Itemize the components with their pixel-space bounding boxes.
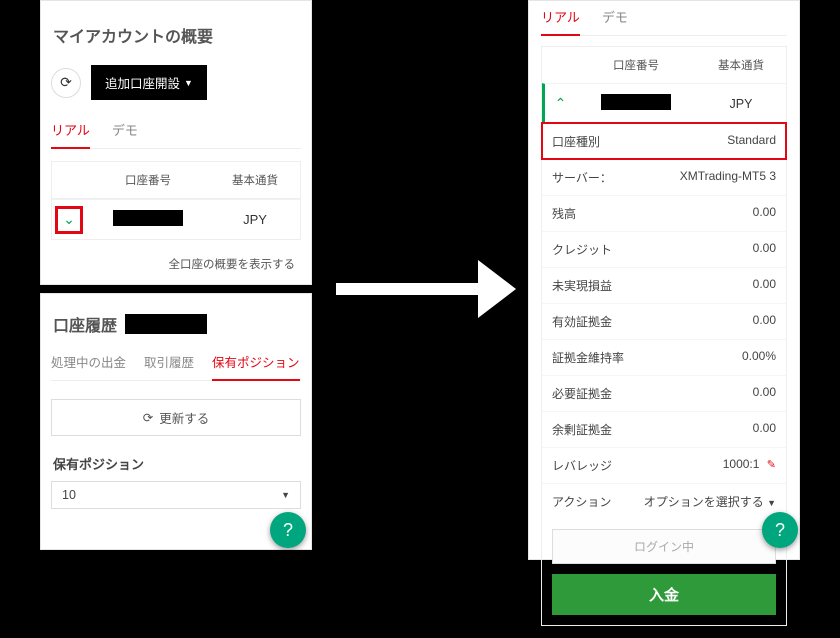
col-base-currency: 基本通貨 <box>210 162 300 198</box>
chevron-down-icon: ⌄ <box>63 211 75 228</box>
overview-toolbar: ⟳ 追加口座開設 ▼ <box>51 65 301 100</box>
detail-required-margin-label: 必要証拠金 <box>552 385 612 402</box>
detail-balance: 残高 0.00 <box>542 195 786 231</box>
detail-action-label: アクション <box>552 493 611 510</box>
detail-required-margin-value: 0.00 <box>753 385 776 402</box>
show-all-accounts-link[interactable]: 全口座の概要を表示する <box>51 240 301 278</box>
tab-trade-history[interactable]: 取引履歴 <box>144 348 194 380</box>
right-panel: リアル デモ 口座番号 基本通貨 ⌃ JPY 口座種別 Standard <box>528 0 800 560</box>
tab-positions[interactable]: 保有ポジション <box>212 348 300 381</box>
refresh-icon: ⟳ <box>143 410 153 425</box>
help-icon: ? <box>775 520 785 541</box>
detail-account-type: 口座種別 Standard <box>542 123 786 159</box>
detail-account-type-value: Standard <box>727 133 776 150</box>
accounts-table-header: 口座番号 基本通貨 <box>52 162 300 199</box>
action-dropdown-label: オプションを選択する <box>644 495 764 509</box>
tab-demo-right[interactable]: デモ <box>602 1 628 35</box>
history-title-row: 口座履歴 <box>53 312 301 336</box>
detail-free-margin: 余剰証拠金 0.00 <box>542 411 786 447</box>
detail-margin-level-label: 証拠金維持率 <box>552 349 624 366</box>
arrow-head-icon <box>478 260 516 318</box>
arrow-shaft <box>336 283 478 295</box>
right-account-number-redacted <box>601 94 671 110</box>
chevron-up-icon: ⌃ <box>555 95 567 112</box>
overview-title: マイアカウントの概要 <box>53 23 301 47</box>
action-dropdown[interactable]: オプションを選択する ▼ <box>644 493 776 510</box>
history-title: 口座履歴 <box>53 312 117 336</box>
col-base-currency-right: 基本通貨 <box>696 47 786 83</box>
detail-server-label: サーバー： <box>552 169 612 186</box>
logged-in-button[interactable]: ログイン中 <box>552 529 776 564</box>
page-size-value: 10 <box>62 488 76 502</box>
right-account-type-tabs: リアル デモ <box>541 1 787 36</box>
refresh-positions-label: 更新する <box>159 408 209 427</box>
account-overview-card: マイアカウントの概要 ⟳ 追加口座開設 ▼ リアル デモ 口座番号 基本通貨 <box>40 0 312 285</box>
left-panel: マイアカウントの概要 ⟳ 追加口座開設 ▼ リアル デモ 口座番号 基本通貨 <box>40 0 312 560</box>
deposit-button[interactable]: 入金 <box>552 574 776 615</box>
expand-toggle[interactable]: ⌄ <box>57 208 81 232</box>
caret-down-icon: ▼ <box>767 498 776 508</box>
detail-margin-level: 証拠金維持率 0.00% <box>542 339 786 375</box>
detail-required-margin: 必要証拠金 0.00 <box>542 375 786 411</box>
detail-free-margin-value: 0.00 <box>753 421 776 438</box>
detail-margin-level-value: 0.00% <box>742 349 776 366</box>
detail-unrealized-pl: 未実現損益 0.00 <box>542 267 786 303</box>
caret-down-icon: ▼ <box>281 490 290 500</box>
tab-real[interactable]: リアル <box>51 114 90 149</box>
detail-unrealized-pl-value: 0.00 <box>753 277 776 294</box>
help-chat-button-left[interactable]: ? <box>270 512 306 548</box>
detail-equity-value: 0.00 <box>753 313 776 330</box>
refresh-icon: ⟳ <box>60 74 72 91</box>
detail-action: アクション オプションを選択する ▼ <box>542 483 786 519</box>
col-account-number-right: 口座番号 <box>576 47 696 83</box>
caret-down-icon: ▼ <box>184 78 193 88</box>
account-number-redacted <box>113 210 183 226</box>
refresh-positions-button[interactable]: ⟳ 更新する <box>51 399 301 436</box>
positions-section-label: 保有ポジション <box>53 454 301 473</box>
account-currency: JPY <box>210 202 300 237</box>
tab-pending-withdrawals[interactable]: 処理中の出金 <box>51 348 126 380</box>
page-size-select[interactable]: 10 ▼ <box>51 481 301 509</box>
arrow-graphic <box>336 260 516 318</box>
history-tabs: 処理中の出金 取引履歴 保有ポジション <box>51 348 301 381</box>
account-row[interactable]: ⌄ JPY <box>52 199 300 239</box>
refresh-button[interactable]: ⟳ <box>51 68 81 98</box>
detail-balance-label: 残高 <box>552 205 576 222</box>
open-additional-account-button[interactable]: 追加口座開設 ▼ <box>91 65 207 100</box>
detail-leverage: レバレッジ 1000:1 ✎ <box>542 447 786 483</box>
detail-server-value: XMTrading-MT5 3 <box>680 169 776 186</box>
detail-balance-value: 0.00 <box>753 205 776 222</box>
account-type-tabs: リアル デモ <box>51 114 301 149</box>
detail-unrealized-pl-label: 未実現損益 <box>552 277 612 294</box>
detail-credit: クレジット 0.00 <box>542 231 786 267</box>
edit-leverage-icon[interactable]: ✎ <box>767 459 776 471</box>
detail-server: サーバー： XMTrading-MT5 3 <box>542 159 786 195</box>
open-account-label: 追加口座開設 <box>105 73 180 92</box>
tab-real-right[interactable]: リアル <box>541 1 580 36</box>
history-account-redacted <box>125 314 207 334</box>
right-accounts-header: 口座番号 基本通貨 <box>542 47 786 83</box>
detail-free-margin-label: 余剰証拠金 <box>552 421 612 438</box>
right-account-row[interactable]: ⌃ JPY <box>542 83 786 123</box>
right-accounts-table: 口座番号 基本通貨 ⌃ JPY 口座種別 Standard サーバー： XMTr… <box>541 46 787 626</box>
help-icon: ? <box>283 520 293 541</box>
tab-demo[interactable]: デモ <box>112 114 138 148</box>
detail-credit-value: 0.00 <box>753 241 776 258</box>
account-history-card: 口座履歴 処理中の出金 取引履歴 保有ポジション ⟳ 更新する 保有ポジション … <box>40 293 312 550</box>
detail-credit-label: クレジット <box>552 241 612 258</box>
accounts-table: 口座番号 基本通貨 ⌄ JPY <box>51 161 301 240</box>
detail-equity: 有効証拠金 0.00 <box>542 303 786 339</box>
right-account-currency: JPY <box>696 87 786 121</box>
help-chat-button-right[interactable]: ? <box>762 512 798 548</box>
detail-equity-label: 有効証拠金 <box>552 313 612 330</box>
detail-leverage-label: レバレッジ <box>552 457 612 474</box>
detail-leverage-value: 1000:1 <box>723 457 760 471</box>
col-account-number: 口座番号 <box>86 162 210 198</box>
detail-account-type-label: 口座種別 <box>552 133 600 150</box>
